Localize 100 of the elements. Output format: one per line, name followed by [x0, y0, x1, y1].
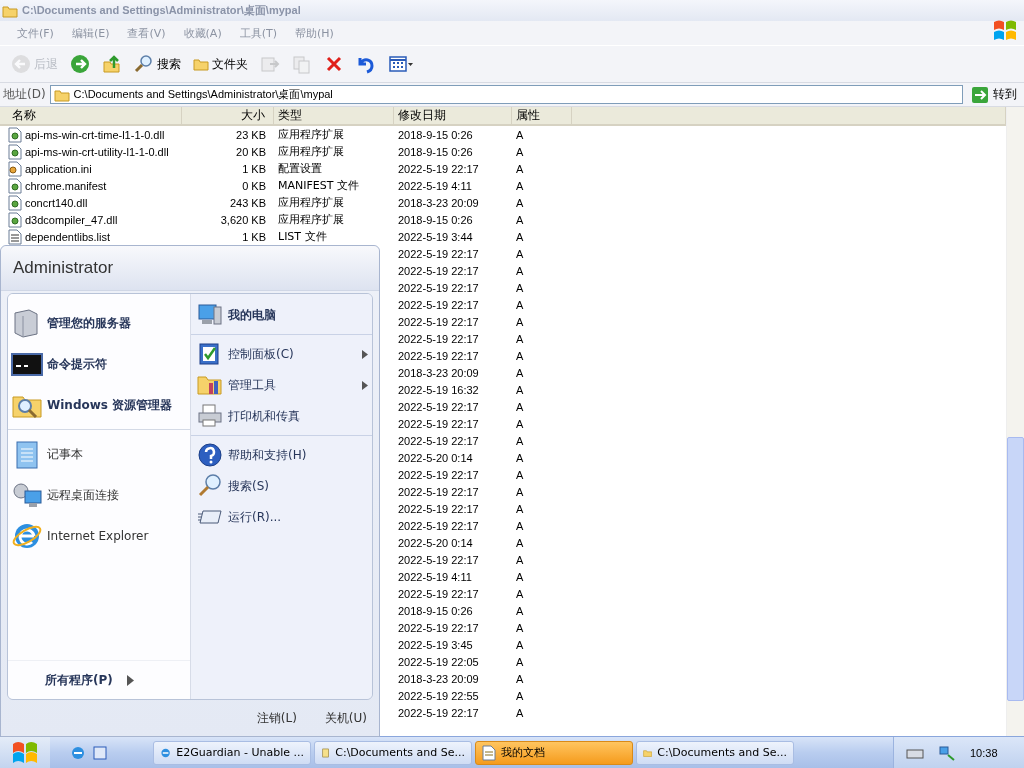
modified-date: 2022-5-19 22:17	[398, 519, 479, 532]
file-attributes: A	[516, 621, 524, 634]
computer-icon	[197, 302, 223, 328]
file-attributes: A	[516, 128, 524, 141]
modified-date: 2018-3-23 20:09	[398, 196, 479, 209]
file-attributes: A	[516, 383, 524, 396]
file-attributes: A	[516, 247, 524, 260]
file-attributes: A	[516, 162, 524, 175]
file-attributes: A	[516, 604, 524, 617]
file-size: 0 KB	[242, 179, 266, 192]
program-item[interactable]: 管理您的服务器	[8, 302, 190, 343]
file-attributes: A	[516, 400, 524, 413]
program-item[interactable]: 命令提示符	[8, 343, 190, 384]
file-type: 应用程序扩展	[278, 195, 344, 210]
log-off-button[interactable]: 注销(L)	[256, 709, 297, 727]
address-label: 地址(D)	[3, 86, 46, 103]
file-name[interactable]: api-ms-win-crt-utility-l1-1-0.dll	[25, 145, 169, 158]
modified-date: 2022-5-19 22:05	[398, 655, 479, 668]
file-name[interactable]: d3dcompiler_47.dll	[25, 213, 118, 226]
place-item[interactable]: 帮助和支持(H)	[191, 435, 372, 470]
folder-icon	[2, 3, 18, 18]
modified-date: 2022-5-19 22:17	[398, 468, 479, 481]
taskbar-button[interactable]: 我的文档	[475, 740, 633, 765]
modified-date: 2022-5-19 22:17	[398, 485, 479, 498]
column-header[interactable]: 属性	[512, 107, 572, 124]
place-item[interactable]: 控制面板(C)	[191, 334, 372, 369]
column-header[interactable]: 修改日期	[394, 107, 512, 124]
file-name[interactable]: api-ms-win-crt-time-l1-1-0.dll	[25, 128, 165, 141]
file-attributes: A	[516, 417, 524, 430]
place-item[interactable]: 管理工具	[191, 369, 372, 400]
help-icon	[197, 442, 223, 468]
file-attributes: A	[516, 519, 524, 532]
place-item[interactable]: 运行(R)...	[191, 501, 372, 532]
modified-date: 2022-5-19 22:17	[398, 332, 479, 345]
views-icon	[388, 54, 414, 74]
modified-date: 2022-5-19 16:32	[398, 383, 479, 396]
file-size: 1 KB	[242, 230, 266, 243]
submenu-arrow-icon	[362, 349, 368, 359]
taskbar-button[interactable]: C:\Documents and Se...	[314, 740, 472, 765]
modified-date: 2022-5-19 3:44	[398, 230, 473, 243]
gear-file-icon	[8, 194, 22, 211]
flag-logo-icon	[10, 739, 40, 766]
file-name[interactable]: concrt140.dll	[25, 196, 88, 209]
place-item[interactable]: 搜索(S)	[191, 470, 372, 501]
file-attributes: A	[516, 349, 524, 362]
file-size: 1 KB	[242, 162, 266, 175]
file-size: 23 KB	[236, 128, 266, 141]
program-item[interactable]: Internet Explorer	[8, 515, 190, 556]
gear-file-icon	[8, 126, 22, 143]
column-header[interactable]: 类型	[274, 107, 394, 124]
folder-icon	[53, 87, 70, 102]
file-size: 243 KB	[229, 196, 266, 209]
file-attributes: A	[516, 536, 524, 549]
program-item[interactable]: Windows 资源管理器	[8, 384, 190, 425]
column-header[interactable]: 大小	[182, 107, 274, 124]
file-attributes: A	[516, 145, 524, 158]
file-type: 应用程序扩展	[278, 144, 344, 159]
file-name[interactable]: application.ini	[25, 162, 92, 175]
modified-date: 2018-9-15 0:26	[398, 604, 473, 617]
search-button[interactable]: 搜索	[131, 52, 184, 76]
file-attributes: A	[516, 570, 524, 583]
modified-date: 2022-5-19 22:17	[398, 621, 479, 634]
scrollbar-thumb[interactable]	[1007, 437, 1024, 701]
modified-date: 2022-5-19 22:17	[398, 315, 479, 328]
shut-down-button[interactable]: 关机(U)	[324, 709, 367, 727]
file-size: 20 KB	[236, 145, 266, 158]
modified-date: 2018-9-15 0:26	[398, 213, 473, 226]
all-programs-item[interactable]: 所有程序(P)	[8, 660, 190, 699]
gear-file-icon	[8, 211, 22, 228]
start-button[interactable]	[0, 737, 50, 768]
place-item[interactable]: 我的电脑	[191, 299, 372, 330]
modified-date: 2022-5-19 22:55	[398, 689, 479, 702]
address-field[interactable]: C:\Documents and Settings\Administrator\桌面\mypal	[49, 85, 963, 104]
modified-date: 2018-3-23 20:09	[398, 672, 479, 685]
copy-to-icon	[292, 54, 312, 74]
modified-date: 2018-9-15 0:26	[398, 145, 473, 158]
modified-date: 2022-5-19 22:17	[398, 162, 479, 175]
program-item[interactable]: 记事本	[8, 429, 190, 474]
taskbar-button[interactable]: E2Guardian - Unable ...	[153, 740, 311, 765]
folders-button[interactable]: 文件夹	[190, 53, 251, 75]
program-item[interactable]: 远程桌面连接	[8, 474, 190, 515]
file-attributes: A	[516, 366, 524, 379]
file-name[interactable]: dependentlibs.list	[25, 230, 110, 243]
file-type: 应用程序扩展	[278, 127, 344, 142]
modified-date: 2022-5-19 3:45	[398, 638, 473, 651]
file-attributes: A	[516, 451, 524, 464]
go-button[interactable]: 转到	[967, 85, 1021, 104]
file-attributes: A	[516, 332, 524, 345]
user-name: Administrator	[13, 258, 114, 278]
taskbar-button[interactable]: C:\Documents and Se...	[636, 740, 794, 765]
file-name[interactable]: chrome.manifest	[25, 179, 107, 192]
file-attributes: A	[516, 179, 524, 192]
modified-date: 2022-5-19 4:11	[398, 570, 472, 583]
place-item[interactable]: 打印机和传真	[191, 400, 372, 431]
arrow-icon	[126, 674, 134, 686]
scrollbar[interactable]	[1006, 107, 1024, 736]
file-attributes: A	[516, 264, 524, 277]
file-attributes: A	[516, 230, 524, 243]
column-header[interactable]: 名称	[0, 107, 182, 124]
modified-date: 2022-5-19 22:17	[398, 281, 479, 294]
